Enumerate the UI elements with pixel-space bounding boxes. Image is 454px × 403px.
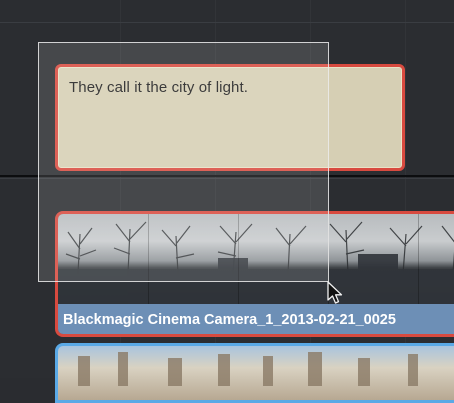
video-clip-lower[interactable]	[55, 343, 454, 403]
building-thumbnails	[78, 352, 418, 386]
clip-name: Blackmagic Cinema Camera_1_2013-02-21_00…	[63, 312, 396, 328]
clip-name-bar: Blackmagic Cinema Camera_1_2013-02-21_00…	[58, 304, 454, 334]
track-edge	[0, 22, 454, 23]
timeline-view: They call it the city of light. Blackmag…	[0, 0, 454, 403]
thumbnail-divider	[418, 214, 419, 304]
arrow-pointer-icon	[327, 281, 343, 304]
selection-marquee	[38, 42, 329, 282]
